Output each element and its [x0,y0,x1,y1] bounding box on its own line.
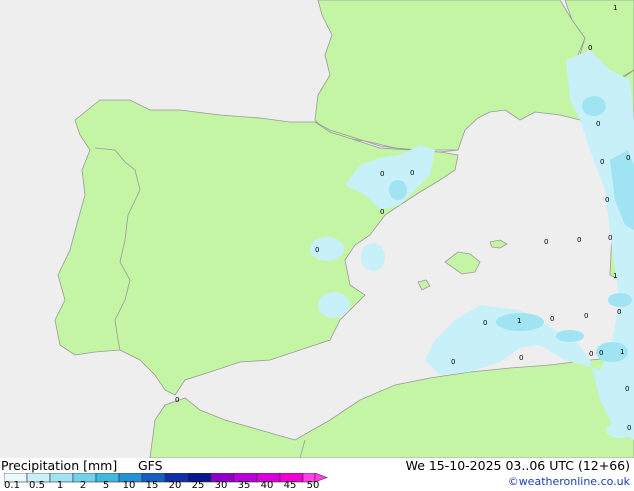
legend-bar: Precipitation [mm] GFS We 15-10-2025 03.… [0,458,634,491]
legend-title: Precipitation [mm] [1,458,118,473]
point-label: 0 [617,308,621,316]
scale-tick-label: 20 [168,480,182,491]
point-label: 0 [410,169,414,177]
point-label: 0 [315,246,319,254]
valid-time: We 15-10-2025 03..06 UTC (12+66) [405,458,630,473]
point-label: 0 [550,315,554,323]
scale-tick-label: 10 [122,480,136,491]
point-label: 0 [605,196,609,204]
point-label: 0 [589,350,593,358]
scale-tick-label: 50 [306,480,320,491]
point-label: 0 [627,424,631,432]
scale-tick-label: 30 [214,480,228,491]
point-label: 1 [517,317,521,325]
precipitation-map[interactable]: 0 0 0 0 0 1 0 0 0 0 1 0 0 0 0 0 1 0 0 0 … [0,0,634,458]
model-name: GFS [138,458,163,473]
credit-link[interactable]: ©weatheronline.co.uk [508,475,630,488]
point-label: 0 [483,319,487,327]
point-label: 0 [596,120,600,128]
point-label: 0 [588,44,592,52]
color-scale [4,473,328,483]
point-label: 0 [175,396,179,404]
point-label: 0 [608,234,612,242]
point-label: 0 [577,236,581,244]
point-label: 0 [626,154,630,162]
scale-tick-label: 40 [260,480,274,491]
scale-tick-label: 5 [102,480,110,491]
point-label: 1 [613,272,617,280]
scale-tick-label: 2 [79,480,87,491]
point-label: 0 [380,170,384,178]
point-label: 1 [613,4,617,12]
point-label: 0 [380,208,384,216]
scale-tick-label: 25 [191,480,205,491]
point-label: 0 [599,349,603,357]
scale-tick-label: 35 [237,480,251,491]
scale-tick-label: 0.1 [4,480,20,491]
point-label: 1 [620,348,624,356]
point-label: 0 [600,158,604,166]
scale-tick-label: 45 [283,480,297,491]
scale-tick-label: 0.5 [29,480,45,491]
point-label: 0 [584,312,588,320]
scale-tick-label: 1 [56,480,64,491]
point-label: 0 [625,385,629,393]
point-label: 0 [544,238,548,246]
point-label: 0 [519,354,523,362]
scale-tick-label: 15 [145,480,159,491]
point-label: 0 [451,358,455,366]
